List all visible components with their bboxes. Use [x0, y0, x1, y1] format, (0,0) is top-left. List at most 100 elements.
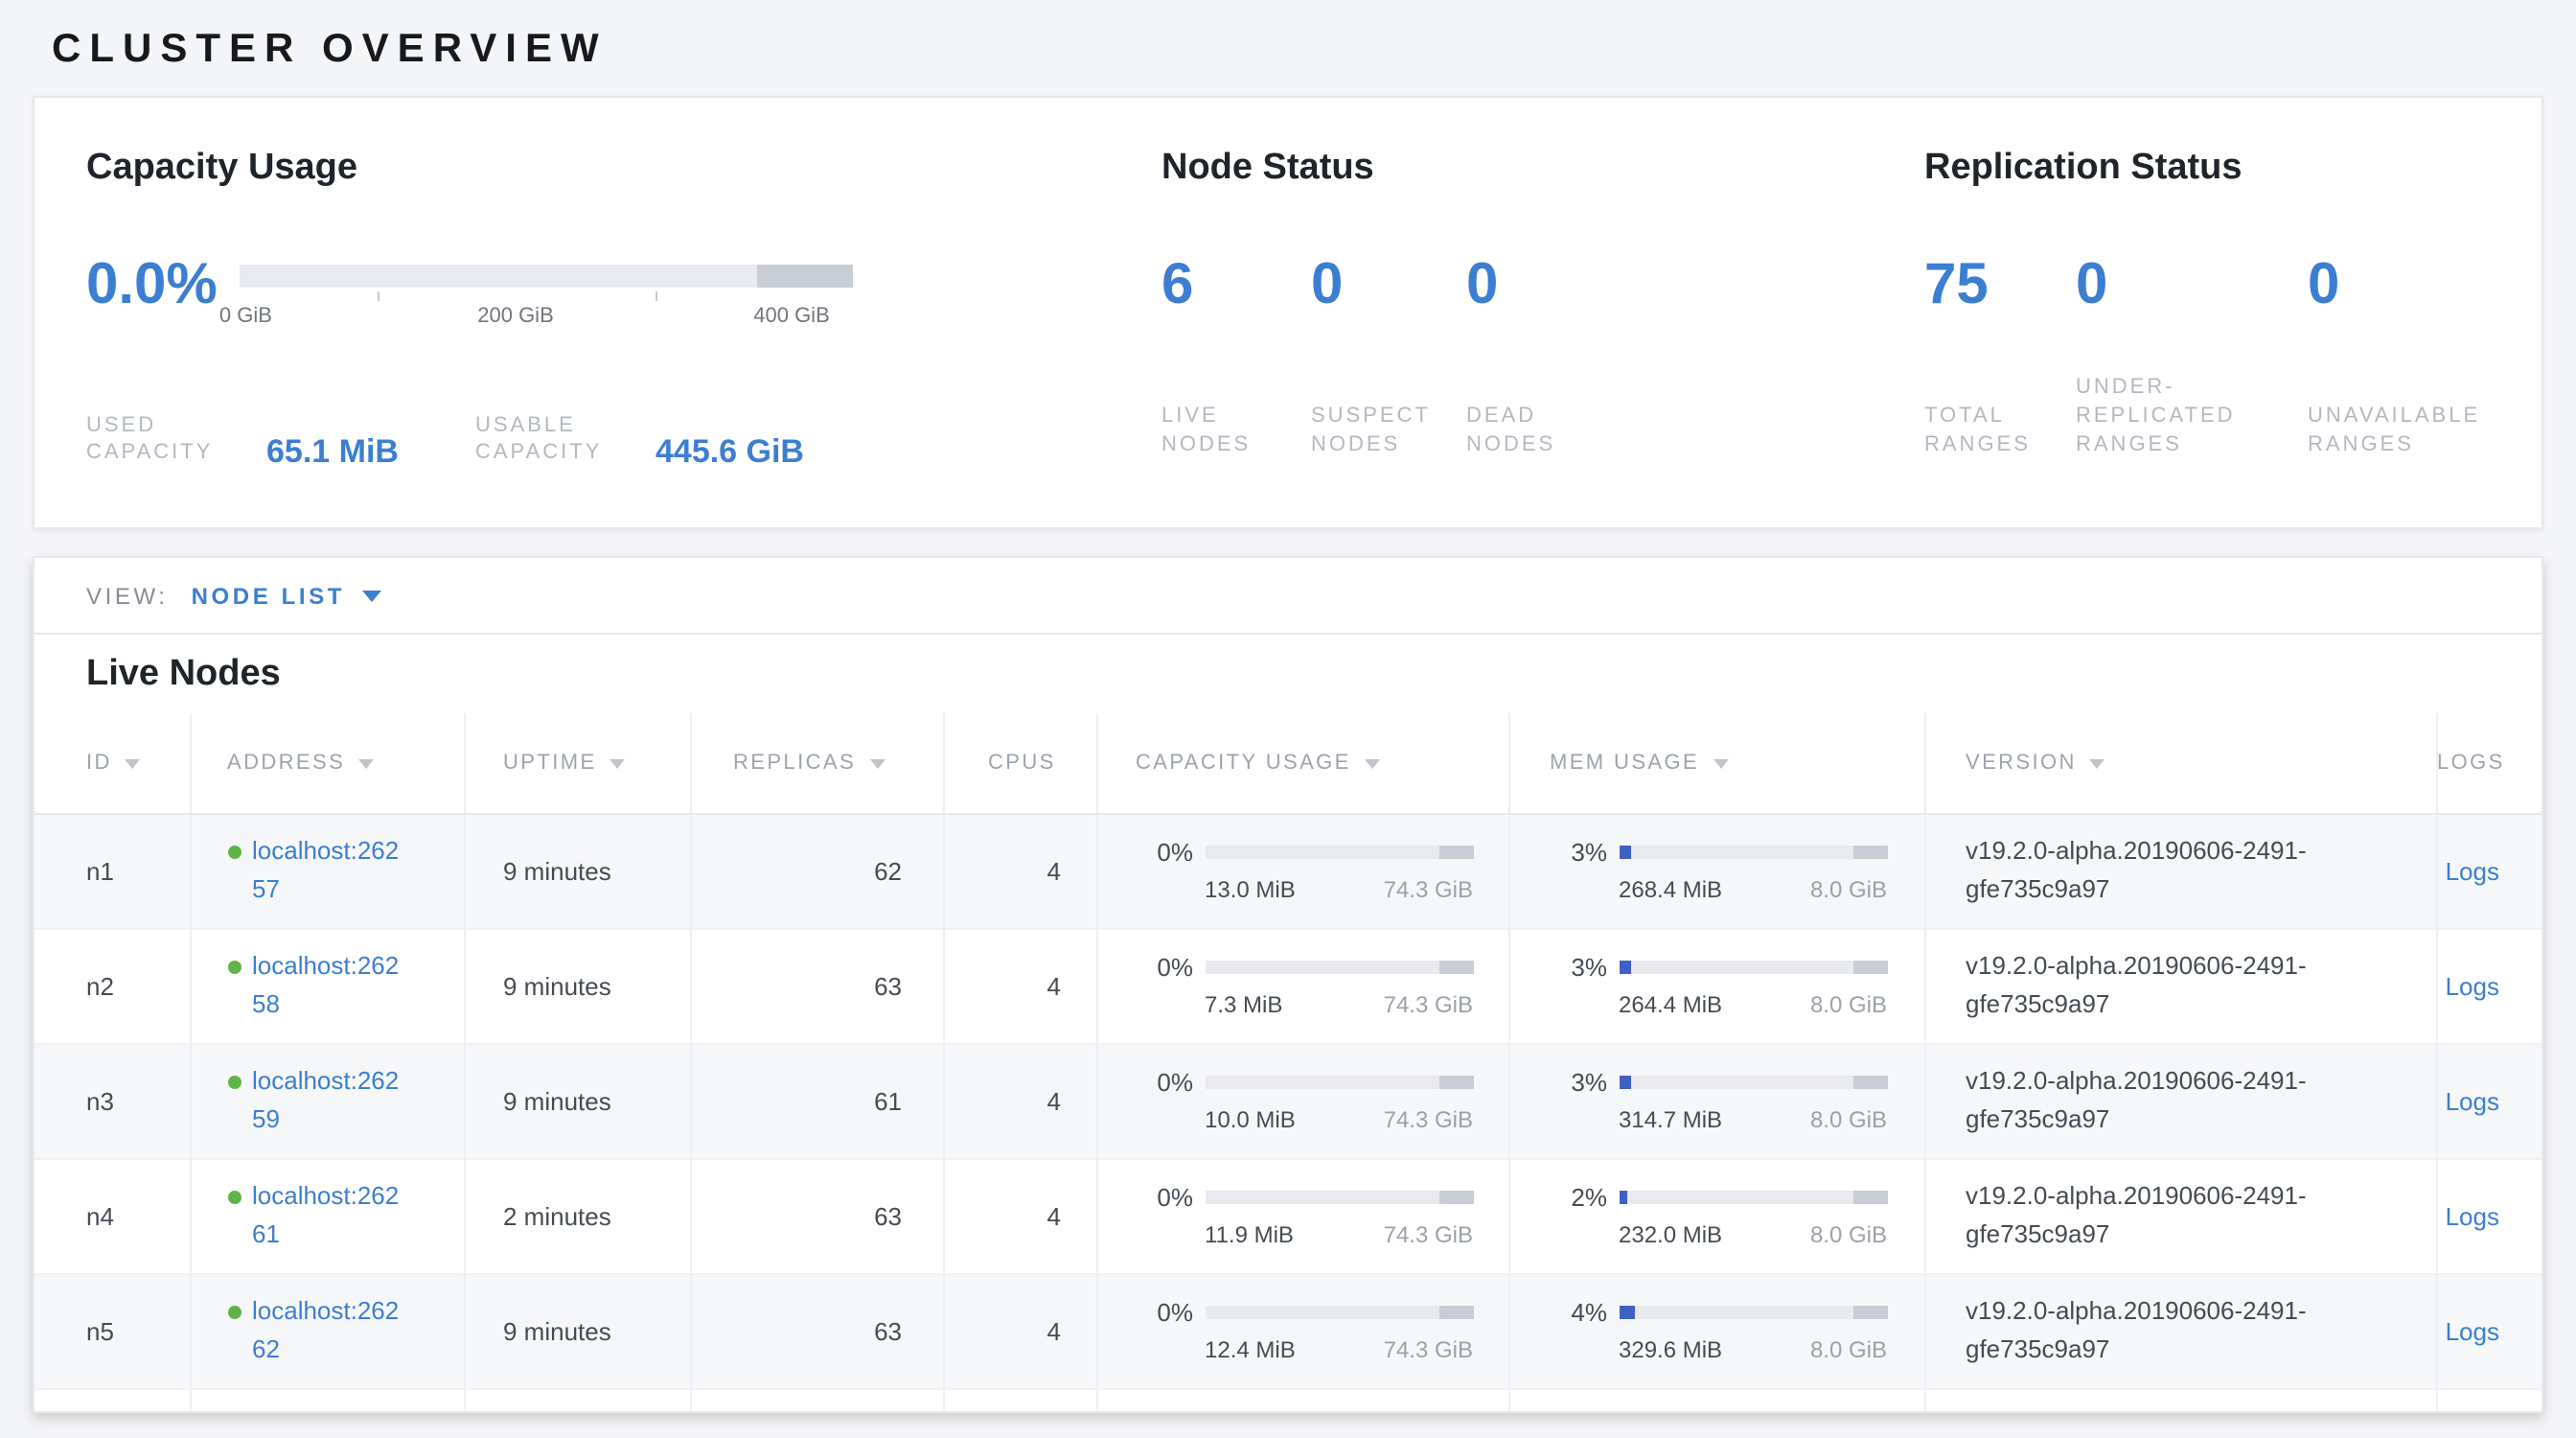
column-header-address[interactable]: ADDRESS: [190, 713, 464, 813]
node-id-cell: n3: [34, 1043, 190, 1158]
node-status-section: Node Status 6 LIVE NODES 0 SUSPECT NODES…: [1162, 148, 1813, 460]
sort-arrow-icon: [2090, 759, 2105, 769]
reserved-mem-segment: [1853, 1076, 1887, 1089]
reserved-mem-segment: [1853, 961, 1887, 974]
capacity-used-value: 11.9 MiB: [1205, 1221, 1294, 1248]
column-header-replicas[interactable]: REPLICAS: [690, 713, 943, 813]
capacity-total-value: 74.3 GiB: [1384, 876, 1473, 903]
uptime-cell: 9 minutes: [464, 1043, 690, 1158]
node-address-link[interactable]: localhost:26262: [252, 1292, 405, 1370]
mem-percent: 3%: [1550, 953, 1607, 982]
mem-usage-bar: [1619, 1076, 1887, 1089]
mem-percent: 4%: [1550, 1298, 1607, 1327]
column-header-cpus: CPUS: [943, 713, 1096, 813]
logs-link[interactable]: Logs: [2446, 1316, 2499, 1345]
mem-used-value: 264.4 MiB: [1619, 991, 1722, 1018]
column-header-label: REPLICAS: [733, 752, 856, 775]
column-header-version[interactable]: VERSION: [1924, 713, 2436, 813]
mem-usage-cell: 3% 268.4 MiB 8.0 GiB: [1508, 813, 1924, 928]
mem-percent: 3%: [1550, 838, 1607, 867]
live-status-icon: [227, 961, 241, 974]
table-row: n4 localhost:26261 2 minutes 63 4 0%: [34, 1158, 2543, 1273]
table-row: n5 localhost:26262 9 minutes 63 4 0%: [34, 1273, 2543, 1388]
capacity-usage-heading: Capacity Usage: [86, 148, 1131, 190]
capacity-percent: 0%: [1136, 1068, 1193, 1097]
replication-status-heading: Replication Status: [1924, 148, 2545, 190]
logs-link[interactable]: Logs: [2446, 1086, 2499, 1115]
sort-arrow-icon: [126, 759, 141, 769]
mem-used-segment: [1619, 961, 1631, 974]
mem-usage-bar: [1619, 846, 1887, 859]
column-header-uptime[interactable]: UPTIME: [464, 713, 690, 813]
suspect-nodes-stat: 0 SUSPECT NODES: [1311, 257, 1466, 460]
live-nodes-title: Live Nodes: [86, 654, 2542, 696]
mem-usage-bar: [1619, 961, 1887, 974]
unavailable-ranges-stat: 0 UNAVAILABLE RANGES: [2308, 257, 2538, 460]
dead-nodes-stat: 0 DEAD NODES: [1466, 257, 1620, 460]
capacity-total-value: 74.3 GiB: [1384, 1221, 1473, 1248]
axis-tick: [379, 291, 380, 301]
mem-used-value: 314.7 MiB: [1619, 1106, 1722, 1133]
node-address-link[interactable]: localhost:26257: [252, 832, 405, 910]
node-address-link[interactable]: localhost:26259: [252, 1062, 405, 1140]
stat-value: 0: [2076, 257, 2308, 314]
total-ranges-stat: 75 TOTAL RANGES: [1924, 257, 2076, 460]
mem-total-value: 8.0 GiB: [1810, 876, 1887, 903]
column-header-id[interactable]: ID: [34, 713, 190, 813]
under-replicated-ranges-stat: 0 UNDER-REPLICATED RANGES: [2076, 257, 2308, 460]
live-nodes-table: ID ADDRESS UPTIME REPLICAS CPUS CAPACITY…: [34, 713, 2543, 1413]
node-id-cell: n4: [34, 1158, 190, 1273]
logs-cell: Logs: [2436, 813, 2543, 928]
logs-cell: Logs: [2436, 1273, 2543, 1388]
mem-used-segment: [1619, 846, 1631, 859]
usable-capacity-value: 445.6 GiB: [656, 434, 804, 467]
stat-label: LIVE NODES: [1162, 404, 1311, 460]
uptime-cell: 9 minutes: [464, 1273, 690, 1388]
capacity-used-value: 10.0 MiB: [1205, 1106, 1296, 1133]
reserved-capacity-segment: [1439, 1191, 1473, 1204]
replicas-cell: 63: [690, 1273, 943, 1388]
mem-percent: 2%: [1550, 1183, 1607, 1212]
capacity-bar: [1205, 1076, 1473, 1089]
column-header-mem-usage[interactable]: MEM USAGE: [1508, 713, 1924, 813]
view-bar: VIEW: NODE LIST: [34, 558, 2542, 635]
stat-value: 0: [2308, 257, 2538, 314]
replicas-cell: 63: [690, 1158, 943, 1273]
column-header-label: MEM USAGE: [1550, 752, 1699, 775]
node-address-cell: localhost:26258: [190, 928, 464, 1043]
node-address-link[interactable]: localhost:26261: [252, 1177, 405, 1255]
version-cell: v19.2.0-alpha.20190606-2491-gfe735c9a97: [1924, 813, 2436, 928]
node-address-cell: localhost:26259: [190, 1043, 464, 1158]
axis-tick-label: 400 GiB: [753, 305, 830, 328]
table-header-row: ID ADDRESS UPTIME REPLICAS CPUS CAPACITY…: [34, 713, 2543, 813]
table-row: n3 localhost:26259 9 minutes 61 4 0%: [34, 1043, 2543, 1158]
capacity-used-percent: 0.0%: [86, 257, 240, 349]
node-address-link[interactable]: localhost:26258: [252, 947, 405, 1025]
logs-link[interactable]: Logs: [2446, 971, 2499, 1000]
mem-usage-cell: 4% 329.6 MiB 8.0 GiB: [1508, 1273, 1924, 1388]
logs-link[interactable]: Logs: [2446, 856, 2499, 885]
mem-usage-cell: 3% 264.4 MiB 8.0 GiB: [1508, 928, 1924, 1043]
mem-total-value: 8.0 GiB: [1810, 991, 1887, 1018]
mem-percent: 3%: [1550, 1068, 1607, 1097]
mem-used-value: 329.6 MiB: [1619, 1336, 1722, 1363]
reserved-capacity-segment: [1439, 846, 1473, 859]
sort-arrow-icon: [869, 759, 885, 769]
capacity-bar: [1205, 846, 1473, 859]
mem-used-segment: [1619, 1191, 1626, 1204]
cpus-cell: 4: [943, 1273, 1096, 1388]
page-title: CLUSTER OVERVIEW: [52, 27, 608, 73]
reserved-mem-segment: [1853, 1306, 1887, 1319]
logs-link[interactable]: Logs: [2446, 1201, 2499, 1230]
mem-total-value: 8.0 GiB: [1810, 1106, 1887, 1133]
view-selector-dropdown[interactable]: NODE LIST: [192, 582, 381, 609]
capacity-usage-cell: 0% 11.9 MiB 74.3 GiB: [1096, 1158, 1508, 1273]
capacity-bar: [1205, 1306, 1473, 1319]
sort-arrow-icon: [610, 759, 626, 769]
capacity-total-value: 74.3 GiB: [1384, 991, 1473, 1018]
version-cell: v19.2.0-alpha.20190606-2491-gfe735c9a97: [1924, 928, 2436, 1043]
cpus-cell: 4: [943, 1158, 1096, 1273]
column-header-capacity-usage[interactable]: CAPACITY USAGE: [1096, 713, 1508, 813]
column-header-label: CPUS: [988, 752, 1056, 775]
column-header-label: ID: [86, 752, 112, 775]
